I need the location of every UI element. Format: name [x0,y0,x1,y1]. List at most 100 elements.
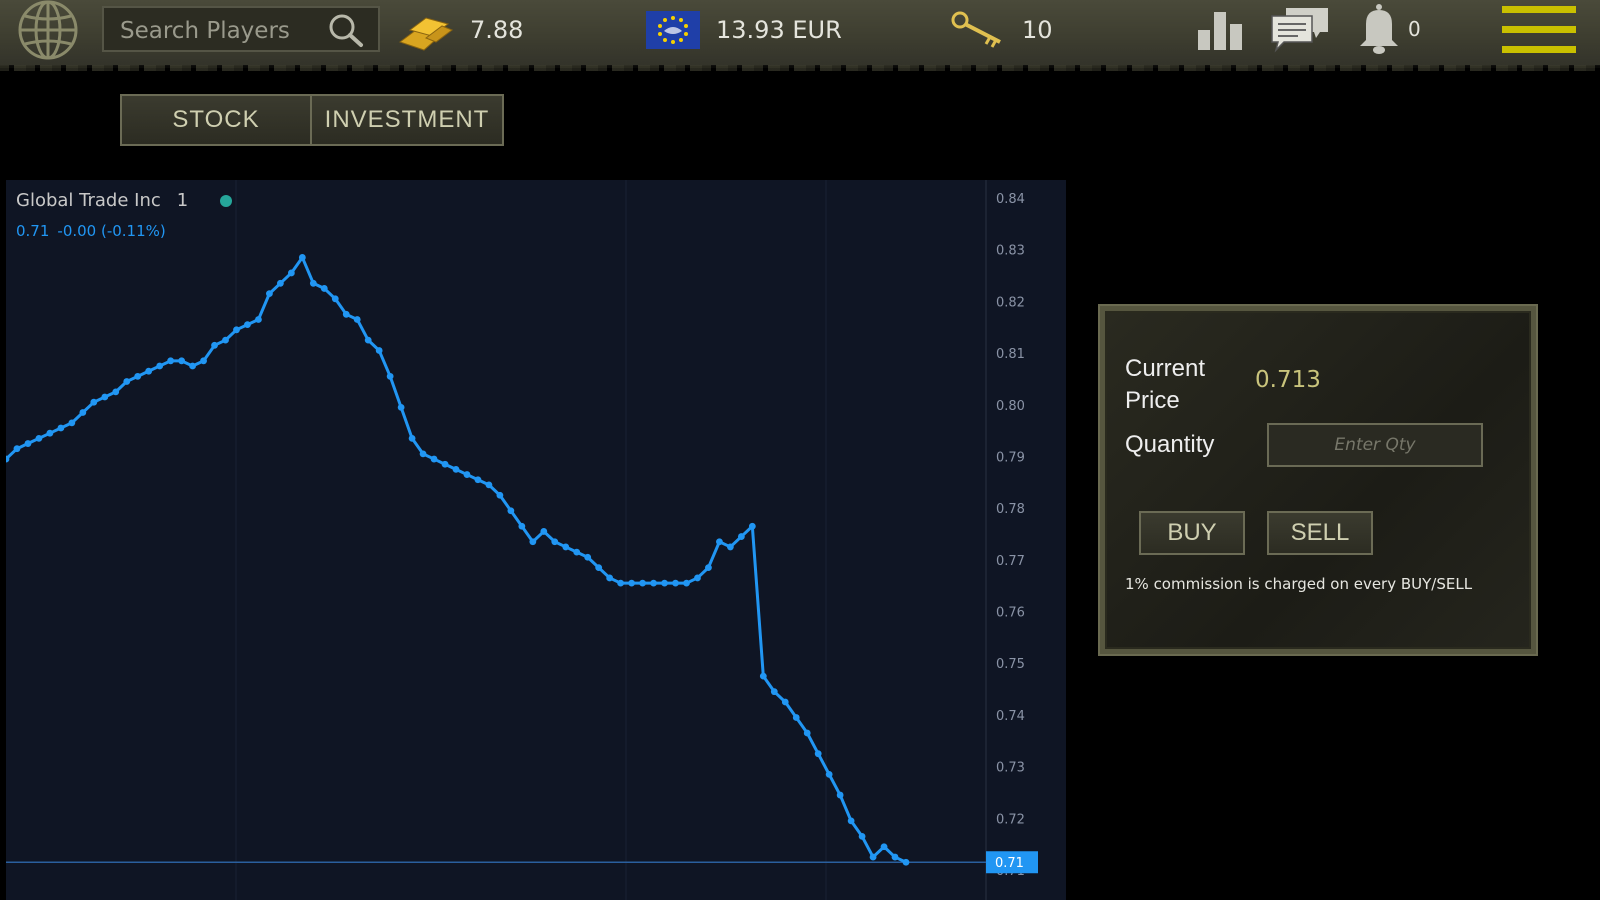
chart-legend-title: Global Trade Inc 1 [16,190,233,211]
price-point [529,538,537,546]
tab-investment[interactable]: INVESTMENT [310,94,504,146]
price-point [331,295,339,303]
price-point [13,445,21,453]
price-point [496,491,504,499]
search-icon[interactable] [326,12,366,48]
price-point [364,336,372,344]
y-tick-label: 0.79 [996,450,1025,465]
price-point [101,393,109,401]
price-point [628,579,636,587]
gold-value: 7.88 [470,16,524,44]
price-chart-svg: 0.84 0.83 0.82 0.81 0.80 0.79 0.78 0.77 0.76 0.75… [6,180,1038,900]
price-point [24,440,32,447]
price-point [452,465,460,473]
key-icon [951,11,1001,48]
price-point [35,434,43,442]
price-point [463,471,471,478]
notifications-count: 0 [1408,17,1421,41]
price-point [386,372,394,380]
notifications[interactable]: 0 [1356,2,1436,56]
price-point [309,279,317,287]
price-point [211,341,218,349]
price-point [320,285,328,292]
globe-icon[interactable] [12,0,84,62]
current-price-value: 0.713 [1255,367,1321,393]
price-point [353,316,361,323]
buy-button[interactable]: BUY [1139,511,1245,555]
price-series-line [6,255,907,864]
bell-icon [1360,4,1398,54]
price-point [189,362,196,370]
keys-resource: 10 [950,0,1053,60]
price-point [672,579,679,587]
price-point [770,688,778,696]
price-point [79,409,87,416]
price-point [507,507,515,515]
price-point [803,729,811,737]
price-point [716,538,723,546]
price-point [518,522,526,530]
price-point [880,843,888,851]
y-tick-label: 0.72 [996,812,1025,827]
y-tick-label: 0.73 [996,761,1025,776]
eu-flag-icon [646,11,700,49]
price-point [825,770,833,778]
y-tick-label: 0.83 [996,244,1025,259]
price-point [430,455,438,463]
price-point [441,460,449,468]
chat-icon[interactable] [1268,4,1332,54]
price-point [57,424,65,432]
chart-legend-values: 0.71 -0.00 (-0.11%) [16,222,174,240]
price-point [178,357,186,365]
top-bar: 7.88 13.93 EUR 10 [0,0,1600,71]
hamburger-menu-icon[interactable] [1502,6,1576,54]
price-point [167,357,175,365]
tab-stock[interactable]: STOCK [120,94,312,146]
y-tick-label: 0.82 [996,295,1025,310]
price-point [814,750,822,758]
price-point [748,522,756,530]
price-point [123,378,131,385]
price-point [112,388,120,396]
y-tick-label: 0.78 [996,502,1025,517]
price-point [759,672,767,680]
price-point [200,357,207,365]
price-point [869,853,877,861]
y-tick-label: 0.75 [996,657,1025,672]
price-point [419,450,427,458]
price-chart[interactable]: 0.84 0.83 0.82 0.81 0.80 0.79 0.78 0.77 0.76 0.75… [6,180,1066,900]
price-point [222,336,229,344]
y-tick-label: 0.84 [996,192,1025,207]
price-point [891,853,899,861]
price-point [573,548,581,556]
price-point [485,481,493,489]
price-point [233,326,240,334]
trade-panel: Current Price 0.713 Quantity BUY SELL 1%… [1100,306,1536,654]
y-tick-label: 0.81 [996,347,1025,362]
price-point [705,564,712,571]
price-point [276,279,284,287]
price-point [298,254,306,261]
price-point [156,362,164,370]
quantity-input[interactable] [1267,423,1483,467]
y-tick-label: 0.80 [996,399,1025,414]
leaderboard-icon[interactable] [1196,10,1244,50]
price-point [408,434,416,442]
chart-interval: 1 [176,190,189,211]
keys-value: 10 [1022,16,1053,44]
gold-resource: 7.88 [396,0,523,60]
market-status-dot [220,194,233,207]
price-point [266,290,273,298]
price-point [617,579,625,587]
sell-button[interactable]: SELL [1267,511,1373,555]
gold-bars-icon [398,17,454,51]
search-box [102,6,380,52]
price-point [46,429,54,437]
search-input[interactable] [118,15,322,47]
price-point [683,579,690,587]
price-point [145,367,153,375]
price-point [342,310,350,318]
price-point [68,419,76,427]
price-point [375,347,383,354]
price-point [606,574,614,582]
